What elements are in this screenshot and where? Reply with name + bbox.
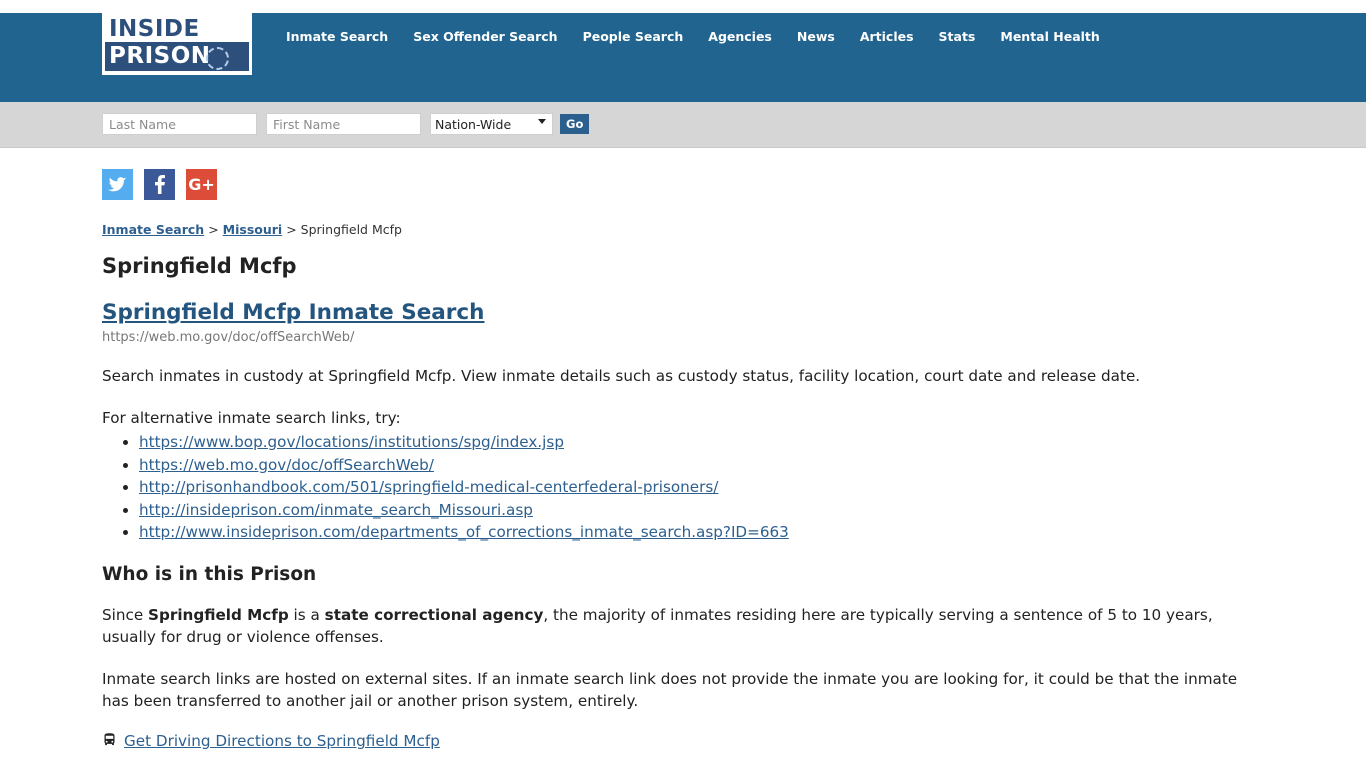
region-select[interactable]: Nation-Wide [430,113,553,135]
driving-directions-link[interactable]: Get Driving Directions to Springfield Mc… [124,732,440,750]
alt-link[interactable]: http://prisonhandbook.com/501/springfiel… [139,478,718,496]
twitter-icon[interactable] [102,169,133,200]
quick-search-form: Nation-Wide Go [102,113,590,135]
breadcrumb-item-current: Springfield Mcfp [300,222,402,237]
list-item: http://prisonhandbook.com/501/springfiel… [139,476,1268,499]
logo-line-prison: PRISON [105,42,249,71]
breadcrumb-separator: > [286,222,297,237]
who-bold-agency-type: state correctional agency [324,605,544,624]
list-item: http://insideprison.com/inmate_search_Mi… [139,499,1268,522]
site-logo[interactable]: INSIDE PRISON [102,13,252,75]
quick-search-bar: Nation-Wide Go [0,102,1366,148]
alt-link[interactable]: http://insideprison.com/inmate_search_Mi… [139,501,533,519]
who-bold-facility: Springfield Mcfp [148,605,289,624]
driving-directions-row: Get Driving Directions to Springfield Mc… [102,732,1268,751]
google-plus-glyph: G+ [188,175,215,194]
facility-description: Search inmates in custody at Springfield… [102,367,1141,385]
facebook-icon[interactable] [144,169,175,200]
logo-prison-text: PRISON [109,43,211,69]
region-select-wrapper: Nation-Wide [430,113,553,135]
nav-item-sex-offender-search[interactable]: Sex Offender Search [413,29,571,44]
alt-link[interactable]: https://www.bop.gov/locations/institutio… [139,433,564,451]
breadcrumb-item-inmate-search[interactable]: Inmate Search [102,222,204,237]
alternative-links-list: https://www.bop.gov/locations/institutio… [102,431,1268,544]
nav-item-mental-health[interactable]: Mental Health [1000,29,1099,44]
first-name-input[interactable] [266,113,421,135]
result-heading: Springfield Mcfp Inmate Search [102,297,1268,325]
google-plus-icon[interactable]: G+ [186,169,217,200]
alt-link[interactable]: https://web.mo.gov/doc/offSearchWeb/ [139,456,434,474]
result-url: https://web.mo.gov/doc/offSearchWeb/ [102,330,355,345]
main-navigation: Inmate Search Sex Offender Search People… [286,29,1100,44]
nav-item-inmate-search[interactable]: Inmate Search [286,29,402,44]
page-title: Springfield Mcfp [102,254,297,278]
logo-line-inside: INSIDE [105,16,249,42]
main-content: Inmate Search > Missouri > Springfield M… [102,222,1268,751]
who-text-1: Since [102,605,149,624]
alt-link[interactable]: http://www.insideprison.com/departments_… [139,523,789,541]
nav-item-agencies[interactable]: Agencies [708,29,786,44]
breadcrumb-separator: > [208,222,219,237]
nav-item-articles[interactable]: Articles [860,29,928,44]
social-share-row: G+ [102,169,217,200]
who-text-2: is a [288,605,325,624]
inmate-search-link[interactable]: Springfield Mcfp Inmate Search [102,300,484,325]
go-button[interactable]: Go [560,114,590,134]
alt-links-intro: For alternative inmate search links, try… [102,409,401,427]
nav-item-news[interactable]: News [797,29,849,44]
list-item: https://www.bop.gov/locations/institutio… [139,431,1268,454]
nav-item-people-search[interactable]: People Search [583,29,698,44]
barbed-wire-circle-icon [206,47,229,70]
bus-icon [102,732,117,751]
last-name-input[interactable] [102,113,257,135]
section-title-who-is-in-this-prison: Who is in this Prison [102,563,317,585]
breadcrumb: Inmate Search > Missouri > Springfield M… [102,222,1268,237]
who-is-in-prison-paragraph: Since Springfield Mcfp is a state correc… [102,604,1268,648]
list-item: http://www.insideprison.com/departments_… [139,521,1268,544]
breadcrumb-item-missouri[interactable]: Missouri [223,222,283,237]
list-item: https://web.mo.gov/doc/offSearchWeb/ [139,454,1268,477]
nav-item-stats[interactable]: Stats [939,29,990,44]
external-hosting-note: Inmate search links are hosted on extern… [102,669,1238,710]
